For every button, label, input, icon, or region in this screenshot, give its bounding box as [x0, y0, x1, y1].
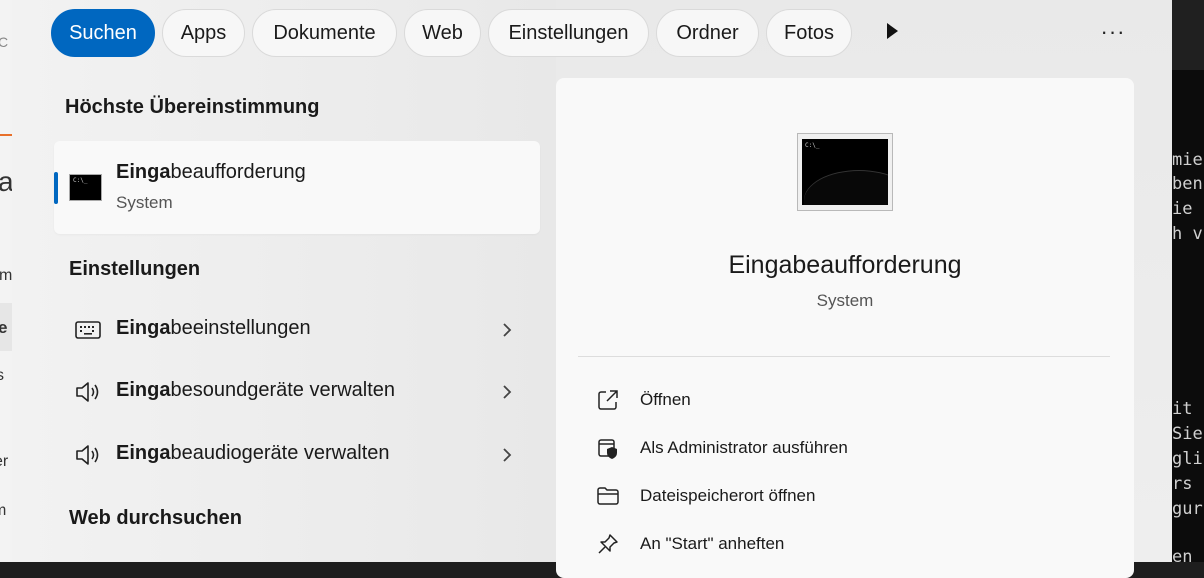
- match-highlight: Einga: [116, 161, 171, 183]
- command-prompt-large-icon: C:\_: [797, 133, 893, 211]
- background-text: er: [0, 453, 9, 470]
- tab-suchen[interactable]: Suchen: [51, 9, 155, 57]
- terminal-line: ben: [1172, 174, 1203, 194]
- background-text: a: [0, 166, 12, 197]
- tab-web[interactable]: Web: [404, 9, 481, 57]
- background-text: e: [0, 318, 8, 337]
- detail-title: Eingabeaufforderung: [728, 251, 962, 279]
- action-label: Als Administrator ausführen: [640, 438, 848, 457]
- background-text: s: [0, 367, 4, 384]
- action-label: An "Start" anheften: [640, 534, 785, 553]
- terminal-line: ie: [1172, 199, 1193, 219]
- terminal-line: rs: [1172, 474, 1193, 494]
- best-match-heading: Höchste Übereinstimmung: [65, 96, 320, 118]
- background-text: m: [0, 502, 6, 520]
- action-open[interactable]: Öffnen: [588, 380, 1088, 420]
- terminal-line: en: [1172, 547, 1193, 562]
- detail-divider: [578, 356, 1110, 357]
- detail-subtitle: System: [816, 291, 874, 310]
- command-prompt-caption: C:\_: [805, 142, 820, 149]
- chevron-right-icon: [503, 323, 512, 337]
- speaker-icon: [76, 382, 99, 402]
- match-highlight: Einga: [116, 442, 171, 464]
- selection-indicator: [54, 172, 58, 204]
- tab-fotos[interactable]: Fotos: [766, 9, 852, 57]
- tab-einstellungen[interactable]: Einstellungen: [488, 9, 649, 57]
- open-external-icon: [598, 390, 618, 410]
- background-text: m: [0, 267, 12, 284]
- keyboard-icon: [75, 321, 101, 339]
- settings-item-eingabeeinstellungen[interactable]: Eingabeeinstellungen: [54, 301, 540, 359]
- terminal-line: gur: [1172, 499, 1203, 519]
- command-prompt-icon: C:\_: [69, 174, 102, 201]
- match-highlight: Einga: [116, 317, 171, 339]
- match-rest: beeinstellungen: [170, 317, 311, 339]
- search-flyout: Suchen Apps Dokumente Web Einstellungen …: [12, 0, 1172, 578]
- settings-item-eingabesoundgeraete[interactable]: Eingabesoundgeräte verwalten: [54, 363, 540, 421]
- settings-item-label: Eingabeaudiogeräte verwalten: [116, 442, 390, 465]
- tab-apps[interactable]: Apps: [162, 9, 245, 57]
- background-terminal-text: mie ben ie h v it Sie gli rs gur en: [1172, 0, 1204, 562]
- settings-item-label: Eingabeeinstellungen: [116, 317, 311, 340]
- best-match-subtitle: System: [116, 193, 173, 212]
- chevron-right-icon: [503, 385, 512, 399]
- terminal-line: gli: [1172, 449, 1203, 469]
- more-options-ellipsis-icon[interactable]: ···: [1096, 14, 1130, 50]
- background-terminal-window: mie ben ie h v it Sie gli rs gur en: [1172, 0, 1204, 562]
- speaker-icon: [76, 445, 99, 465]
- terminal-line: h v: [1172, 224, 1203, 244]
- terminal-line: mie: [1172, 150, 1203, 170]
- match-rest: beaufforderung: [170, 161, 306, 183]
- action-run-as-admin[interactable]: Als Administrator ausführen: [588, 428, 1088, 468]
- tab-ordner[interactable]: Ordner: [656, 9, 759, 57]
- action-label: Dateispeicherort öffnen: [640, 486, 816, 505]
- action-label: Öffnen: [640, 390, 691, 409]
- command-prompt-screen: C:\_: [802, 139, 888, 205]
- tab-dokumente[interactable]: Dokumente: [252, 9, 397, 57]
- command-prompt-caption: C:\_: [73, 177, 88, 184]
- match-rest: besoundgeräte verwalten: [170, 379, 396, 401]
- more-tabs-play-icon[interactable]: [887, 23, 898, 39]
- pin-icon: [598, 534, 618, 554]
- settings-item-eingabeaudiogeraete[interactable]: Eingabeaudiogeräte verwalten: [54, 426, 540, 484]
- web-search-heading: Web durchsuchen: [69, 507, 242, 529]
- background-accent-line: [0, 134, 12, 136]
- chevron-right-icon: [503, 448, 512, 462]
- terminal-line: it: [1172, 399, 1193, 419]
- background-text: C: [0, 34, 9, 50]
- admin-shield-icon: [598, 439, 617, 459]
- match-rest: beaudiogeräte verwalten: [170, 442, 390, 464]
- settings-item-label: Eingabesoundgeräte verwalten: [116, 379, 395, 402]
- action-pin-to-start[interactable]: An "Start" anheften: [588, 524, 1088, 564]
- terminal-line: Sie: [1172, 424, 1203, 444]
- best-match-result[interactable]: C:\_ Eingabeaufforderung System: [54, 141, 540, 234]
- command-prompt-swoosh: [804, 171, 888, 205]
- folder-icon: [597, 487, 619, 505]
- detail-pane: C:\_ Eingabeaufforderung System Öffnen A…: [556, 78, 1134, 578]
- settings-heading: Einstellungen: [69, 258, 201, 280]
- background-window-left: C a m e s er m: [0, 0, 12, 562]
- action-open-file-location[interactable]: Dateispeicherort öffnen: [588, 476, 1088, 516]
- match-highlight: Einga: [116, 379, 171, 401]
- best-match-title: Eingabeaufforderung: [116, 161, 306, 184]
